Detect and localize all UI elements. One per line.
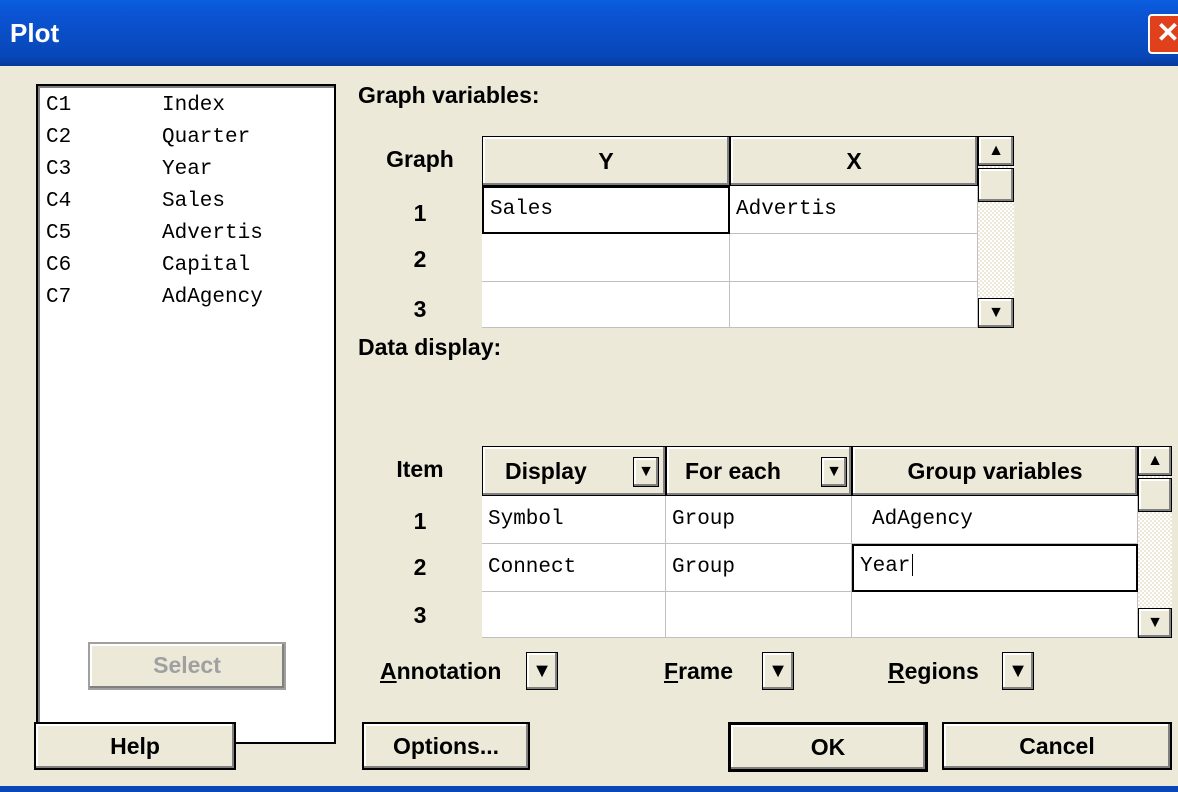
scroll-up-icon[interactable]: ▲: [1138, 446, 1172, 476]
data-display-label: Data display:: [358, 334, 502, 360]
column-id: C6: [46, 254, 72, 277]
foreach-header-label: For each: [685, 458, 781, 484]
annotation-menu[interactable]: Annotation: [380, 658, 501, 685]
graph-grid-scrollbar[interactable]: ▲ ▼: [978, 136, 1014, 328]
y-column-header: Y: [482, 136, 730, 186]
scroll-down-icon[interactable]: ▼: [1138, 608, 1172, 638]
column-name: Capital: [162, 254, 251, 277]
column-id: C2: [46, 126, 72, 149]
foreach-cell-1[interactable]: Group: [666, 496, 852, 544]
ok-button[interactable]: OK: [728, 722, 928, 772]
column-name: Sales: [162, 190, 226, 213]
regions-dropdown-icon[interactable]: ▼: [1002, 652, 1034, 690]
x-cell-1[interactable]: Advertis: [730, 186, 978, 234]
window-title: Plot: [10, 18, 60, 48]
regions-label: egions: [904, 658, 979, 684]
item-row-number: 1: [413, 508, 427, 534]
groupvars-cell-1[interactable]: AdAgency: [852, 496, 1138, 544]
dropdown-arrow-icon[interactable]: ▼: [633, 457, 659, 487]
column-id: C7: [46, 286, 72, 309]
column-id: C5: [46, 222, 72, 245]
scroll-thumb[interactable]: [1138, 478, 1172, 512]
column-name: Year: [162, 158, 213, 181]
dropdown-arrow-icon[interactable]: ▼: [821, 457, 847, 487]
foreach-column-header[interactable]: For each ▼: [666, 446, 852, 496]
foreach-cell-2[interactable]: Group: [666, 544, 852, 592]
data-grid-scrollbar[interactable]: ▲ ▼: [1138, 446, 1172, 638]
column-name: AdAgency: [162, 286, 263, 309]
column-name: Index: [162, 94, 226, 117]
display-header-label: Display: [505, 458, 587, 484]
groupvars-column-header: Group variables: [852, 446, 1138, 496]
help-button[interactable]: Help: [34, 722, 236, 770]
item-row-number: 2: [413, 554, 427, 580]
display-cell-1[interactable]: Symbol: [482, 496, 666, 544]
column-id: C4: [46, 190, 72, 213]
groupvars-cell-3[interactable]: [852, 592, 1138, 638]
scroll-up-icon[interactable]: ▲: [978, 136, 1014, 166]
x-column-header: X: [730, 136, 978, 186]
item-row-number: 3: [413, 602, 427, 628]
frame-menu[interactable]: Frame: [664, 658, 733, 685]
annotation-dropdown-icon[interactable]: ▼: [526, 652, 558, 690]
column-id: C3: [46, 158, 72, 181]
groupvars-cell-2[interactable]: Year: [852, 544, 1138, 592]
x-cell-3[interactable]: [730, 282, 978, 328]
options-button[interactable]: Options...: [362, 722, 530, 770]
regions-mnemonic: R: [888, 658, 905, 684]
foreach-cell-3[interactable]: [666, 592, 852, 638]
regions-menu[interactable]: Regions: [888, 658, 979, 685]
scroll-thumb[interactable]: [978, 168, 1014, 202]
frame-mnemonic: F: [664, 658, 679, 684]
title-bar[interactable]: Plot ✕: [0, 0, 1178, 66]
y-cell-1[interactable]: Sales: [482, 186, 730, 234]
graph-variables-label: Graph variables:: [358, 82, 540, 108]
display-cell-2[interactable]: Connect: [482, 544, 666, 592]
display-cell-3[interactable]: [482, 592, 666, 638]
y-cell-2[interactable]: [482, 234, 730, 282]
graph-row-number: 1: [413, 200, 427, 226]
plot-dialog: Plot ✕ C1 Index C2 Quarter C3 Year C4 Sales …: [0, 0, 1178, 792]
column-name: Quarter: [162, 126, 251, 149]
close-icon[interactable]: ✕: [1148, 14, 1178, 54]
graph-row-number: 3: [413, 296, 427, 322]
annotation-mnemonic: A: [380, 658, 397, 684]
display-column-header[interactable]: Display ▼: [482, 446, 666, 496]
scroll-down-icon[interactable]: ▼: [978, 298, 1014, 328]
select-button: Select: [88, 642, 286, 690]
variable-listbox[interactable]: C1 Index C2 Quarter C3 Year C4 Sales C5 Adver…: [36, 84, 336, 744]
data-display-grid[interactable]: Display ▼ For each ▼ Group variables Sym…: [482, 446, 1138, 638]
window-bottom-border: [0, 786, 1178, 792]
graph-variables-grid[interactable]: Y X Sales Advertis: [482, 136, 978, 328]
annotation-label: nnotation: [396, 658, 502, 684]
groupvars-cell-2-text: Year: [860, 555, 911, 578]
text-cursor: [912, 554, 914, 577]
column-id: C1: [46, 94, 72, 117]
graph-row-number: 2: [413, 246, 427, 272]
frame-label: rame: [678, 658, 734, 684]
x-cell-2[interactable]: [730, 234, 978, 282]
graph-row-header: Graph: [386, 146, 454, 172]
item-row-header: Item: [396, 456, 444, 482]
frame-dropdown-icon[interactable]: ▼: [762, 652, 794, 690]
y-cell-3[interactable]: [482, 282, 730, 328]
column-name: Advertis: [162, 222, 263, 245]
cancel-button[interactable]: Cancel: [942, 722, 1172, 770]
